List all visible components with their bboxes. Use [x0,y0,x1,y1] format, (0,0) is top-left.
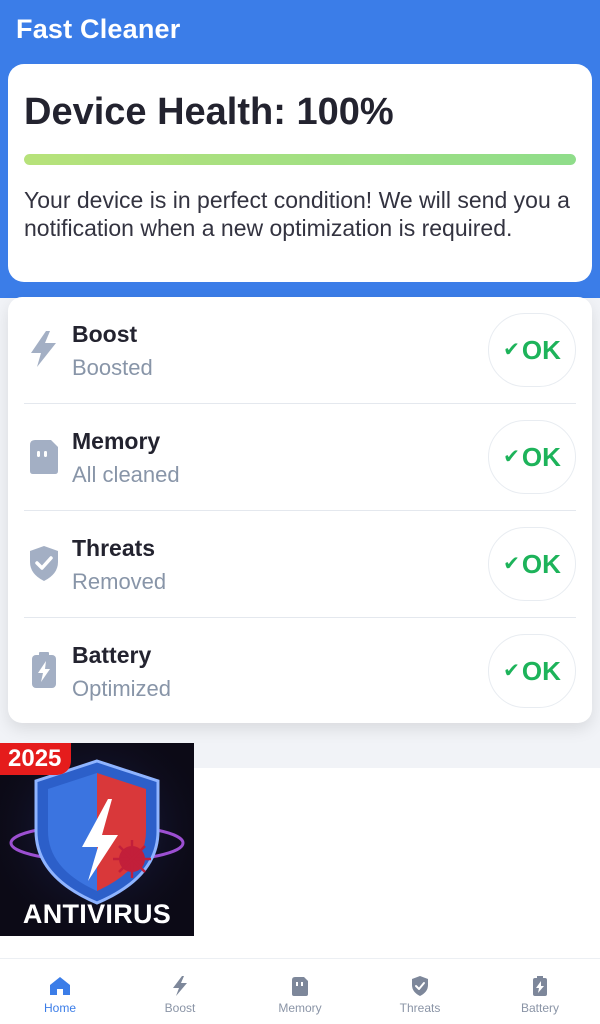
status-subtitle: Removed [72,569,167,594]
ok-badge[interactable]: ✔ OK [488,634,576,708]
ok-label: OK [521,334,561,365]
health-progress-fill [24,154,576,165]
bottom-navigation: Home Boost Memory Threats Battery [0,958,600,1024]
app-title: Fast Cleaner [16,14,181,44]
shield-check-icon [26,543,62,583]
sd-card-icon [289,975,311,997]
nav-label: Home [43,1001,76,1015]
app-screen: Fast Cleaner Device Health: 100% Your de… [0,0,600,1024]
ok-label: OK [521,548,561,579]
lightning-icon [169,975,191,997]
nav-label: Memory [278,1001,322,1015]
check-icon: ✔ [503,338,520,361]
health-message: Your device is in perfect condition! We … [24,187,570,241]
ok-badge[interactable]: ✔ OK [488,313,576,387]
ok-badge[interactable]: ✔ OK [488,527,576,601]
ad-year-badge: 2025 [0,743,72,775]
status-row-memory[interactable]: Memory All cleaned ✔ OK [24,404,576,511]
battery-charging-icon [26,650,62,690]
ok-label: OK [521,655,561,686]
nav-item-battery[interactable]: Battery [480,959,600,1024]
check-icon: ✔ [503,552,520,575]
status-title: Boost [72,321,138,347]
nav-item-memory[interactable]: Memory [240,959,360,1024]
health-card: Device Health: 100% Your device is in pe… [8,64,592,282]
status-title: Memory [72,428,161,454]
battery-charging-icon [529,975,551,997]
nav-label: Threats [399,1001,441,1015]
nav-item-home[interactable]: Home [0,959,120,1024]
antivirus-ad[interactable]: 2025 ANTIVIRUS [0,743,194,936]
nav-item-boost[interactable]: Boost [120,959,240,1024]
check-icon: ✔ [503,659,520,682]
ad-label: ANTIVIRUS [22,899,172,929]
health-title: Device Health: 100% [24,91,394,133]
status-subtitle: All cleaned [72,462,180,487]
status-row-boost[interactable]: Boost Boosted ✔ OK [24,297,576,404]
nav-label: Boost [164,1001,196,1015]
nav-label: Battery [520,1001,559,1015]
status-title: Battery [72,642,152,668]
nav-item-threats[interactable]: Threats [360,959,480,1024]
status-title: Threats [72,535,156,561]
ok-label: OK [521,441,561,472]
status-list: Boost Boosted ✔ OK Memory All cleaned ✔ … [8,297,592,723]
status-subtitle: Boosted [72,355,153,380]
sd-card-icon [26,436,62,476]
status-subtitle: Optimized [72,676,172,701]
status-row-threats[interactable]: Threats Removed ✔ OK [24,511,576,618]
health-progress-bar [24,154,576,165]
check-icon: ✔ [503,445,520,468]
ok-badge[interactable]: ✔ OK [488,420,576,494]
home-icon [49,975,71,997]
status-row-battery[interactable]: Battery Optimized ✔ OK [24,618,576,725]
lightning-icon [26,329,62,369]
shield-check-icon [409,975,431,997]
